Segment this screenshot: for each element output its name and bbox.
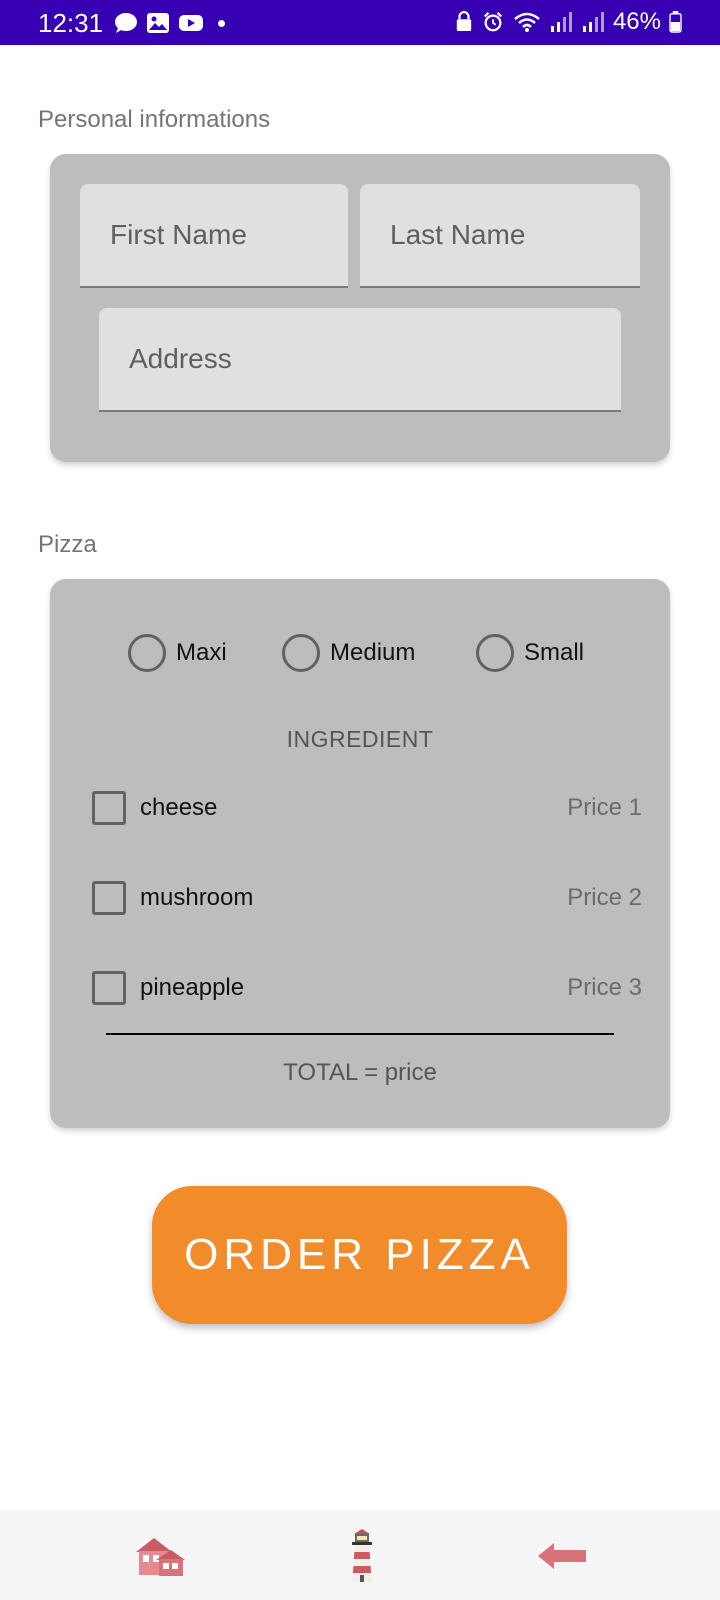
first-name-field[interactable] bbox=[80, 184, 348, 288]
size-radio-small[interactable]: Small bbox=[476, 634, 584, 672]
last-name-field[interactable] bbox=[360, 184, 640, 288]
ingredient-price: Price 3 bbox=[567, 974, 642, 1001]
ingredient-row-mushroom[interactable]: mushroom Price 2 bbox=[92, 873, 642, 923]
wifi-icon bbox=[514, 12, 540, 32]
back-arrow-icon bbox=[538, 1543, 586, 1569]
checkbox[interactable] bbox=[92, 881, 126, 915]
ingredient-label: pineapple bbox=[140, 974, 245, 1001]
order-pizza-button[interactable]: ORDER PIZZA bbox=[152, 1186, 567, 1324]
lighthouse-icon bbox=[352, 1529, 372, 1582]
ingredient-label: mushroom bbox=[140, 884, 254, 911]
pizza-section-label: Pizza bbox=[38, 531, 97, 558]
checkbox[interactable] bbox=[92, 791, 126, 825]
size-label: Maxi bbox=[176, 639, 227, 666]
system-icons: 46% bbox=[455, 8, 682, 36]
lock-icon bbox=[456, 11, 472, 31]
size-radio-maxi[interactable]: Maxi bbox=[128, 634, 227, 672]
nav-back[interactable] bbox=[532, 1528, 592, 1584]
pizza-card: Maxi Medium Small INGREDIENT cheese Pric… bbox=[50, 579, 670, 1128]
radio-button[interactable] bbox=[476, 634, 514, 672]
bottom-nav bbox=[0, 1510, 720, 1600]
ingredient-price: Price 1 bbox=[567, 794, 642, 821]
signal-icon bbox=[582, 12, 604, 32]
alarm-icon bbox=[483, 12, 503, 32]
battery-percent: 46% bbox=[612, 8, 661, 35]
size-radio-medium[interactable]: Medium bbox=[282, 634, 415, 672]
battery-icon bbox=[669, 11, 682, 33]
radio-button[interactable] bbox=[282, 634, 320, 672]
home-icon bbox=[136, 1538, 185, 1576]
notification-icons bbox=[114, 12, 225, 34]
status-time: 12:31 bbox=[38, 8, 104, 38]
total-price: TOTAL = price bbox=[283, 1059, 437, 1086]
total-divider bbox=[106, 1033, 614, 1035]
size-label: Medium bbox=[330, 639, 416, 666]
dot-icon bbox=[218, 19, 225, 27]
address-input[interactable] bbox=[99, 308, 621, 410]
image-icon bbox=[147, 13, 169, 33]
nav-lighthouse[interactable] bbox=[332, 1528, 392, 1584]
status-bar: 12:31 46% bbox=[0, 0, 720, 45]
youtube-icon bbox=[179, 15, 203, 31]
ingredient-label: cheese bbox=[140, 794, 218, 821]
radio-button[interactable] bbox=[128, 634, 166, 672]
address-field[interactable] bbox=[99, 308, 621, 412]
checkbox[interactable] bbox=[92, 971, 126, 1005]
first-name-input[interactable] bbox=[80, 184, 348, 286]
ingredient-title: INGREDIENT bbox=[286, 726, 434, 752]
ingredient-row-cheese[interactable]: cheese Price 1 bbox=[92, 783, 642, 833]
personal-card bbox=[50, 154, 670, 462]
size-label: Small bbox=[524, 639, 585, 666]
signal-icon bbox=[550, 12, 572, 32]
ingredient-row-pineapple[interactable]: pineapple Price 3 bbox=[92, 963, 642, 1013]
last-name-input[interactable] bbox=[360, 184, 640, 286]
message-icon bbox=[115, 13, 137, 33]
nav-home[interactable] bbox=[130, 1528, 190, 1584]
personal-section-label: Personal informations bbox=[38, 106, 271, 133]
ingredient-price: Price 2 bbox=[567, 884, 642, 911]
